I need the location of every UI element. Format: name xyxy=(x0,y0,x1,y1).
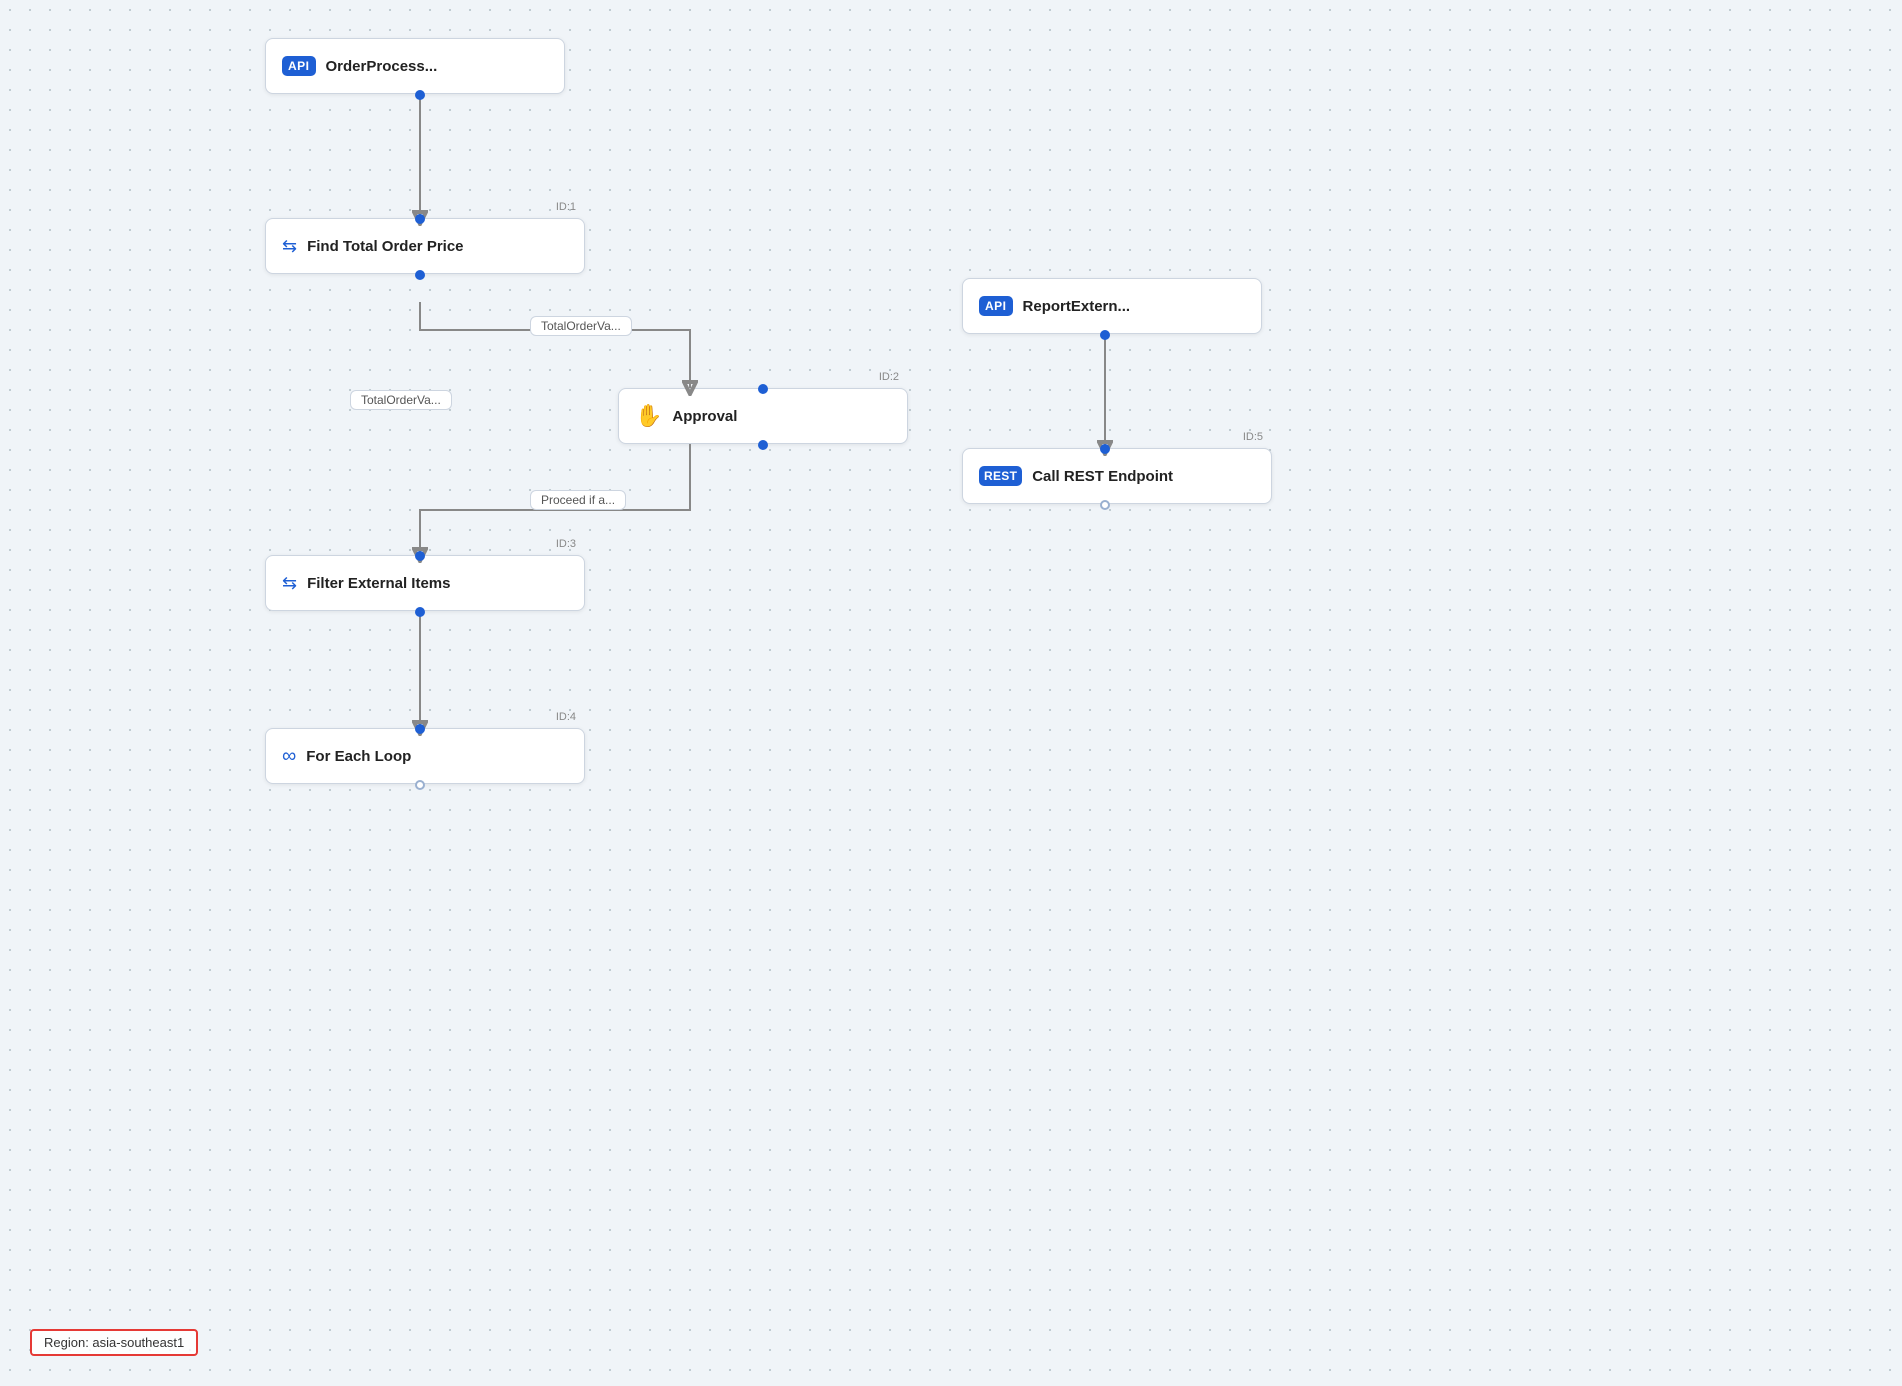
for-each-label: For Each Loop xyxy=(306,748,411,765)
api-badge-2: API xyxy=(979,296,1013,316)
approval-out-dot xyxy=(758,440,768,450)
node-id-2: ID:2 xyxy=(879,371,899,383)
order-process-label: OrderProcess... xyxy=(326,58,438,75)
find-total-label: Find Total Order Price xyxy=(307,238,463,255)
node-id-5: ID:5 xyxy=(1243,431,1263,443)
report-extern-node[interactable]: API ReportExtern... xyxy=(962,278,1262,334)
api-badge: API xyxy=(282,56,316,76)
approval-in-dot xyxy=(758,384,768,394)
filter-external-in-dot xyxy=(415,551,425,561)
filter-external-items-node[interactable]: ID:3 ⇆ Filter External Items xyxy=(265,555,585,611)
node-id-3: ID:3 xyxy=(556,538,576,550)
order-process-node[interactable]: API OrderProcess... xyxy=(265,38,565,94)
region-badge: Region: asia-southeast1 xyxy=(30,1329,198,1356)
total-order-va-label-2: TotalOrderVa... xyxy=(350,390,452,410)
find-total-order-price-node[interactable]: ID:1 ⇆ Find Total Order Price xyxy=(265,218,585,274)
for-each-loop-node[interactable]: ID:4 ∞ For Each Loop xyxy=(265,728,585,784)
filter-external-label: Filter External Items xyxy=(307,575,450,592)
node-id-4: ID:4 xyxy=(556,711,576,723)
call-rest-endpoint-node[interactable]: ID:5 REST Call REST Endpoint xyxy=(962,448,1272,504)
call-rest-out-dot xyxy=(1100,500,1110,510)
approval-node[interactable]: ID:2 ✋ Approval xyxy=(618,388,908,444)
call-rest-in-dot xyxy=(1100,444,1110,454)
order-process-out-dot xyxy=(415,90,425,100)
report-extern-out-dot xyxy=(1100,330,1110,340)
call-rest-label: Call REST Endpoint xyxy=(1032,468,1173,485)
loop-icon: ∞ xyxy=(282,745,296,768)
for-each-in-dot xyxy=(415,724,425,734)
approval-label: Approval xyxy=(672,408,737,425)
report-extern-label: ReportExtern... xyxy=(1023,298,1131,315)
rest-badge: REST xyxy=(979,466,1022,486)
hand-icon: ✋ xyxy=(635,403,662,429)
for-each-out-dot xyxy=(415,780,425,790)
node-id-1: ID:1 xyxy=(556,201,576,213)
find-total-out-dot xyxy=(415,270,425,280)
workflow-canvas: API OrderProcess... ID:1 ⇆ Find Total Or… xyxy=(0,0,1902,1386)
total-order-va-label-1: TotalOrderVa... xyxy=(530,316,632,336)
proceed-if-label: Proceed if a... xyxy=(530,490,626,510)
filter-icon-1: ⇆ xyxy=(282,236,297,257)
find-total-in-dot xyxy=(415,214,425,224)
filter-external-out-dot xyxy=(415,607,425,617)
filter-icon-2: ⇆ xyxy=(282,573,297,594)
